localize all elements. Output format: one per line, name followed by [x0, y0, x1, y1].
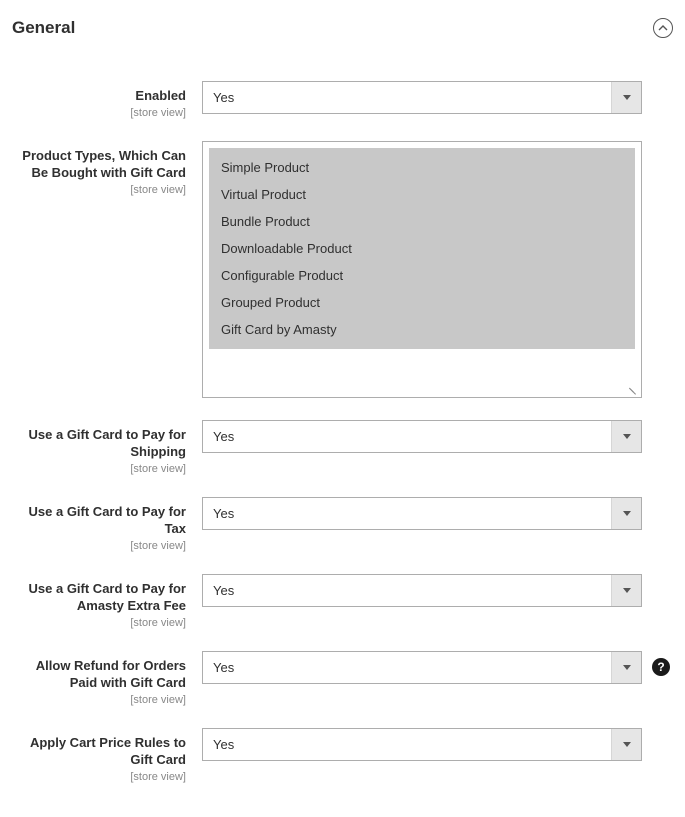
select-apply-cart-rules[interactable]: Yes [202, 728, 642, 761]
scope-text: [store view] [12, 694, 186, 706]
multiselect-product-types[interactable]: Simple Product Virtual Product Bundle Pr… [202, 141, 642, 398]
scope-text: [store view] [12, 184, 186, 196]
form-area: Enabled [store view] Yes Product Types, … [12, 57, 673, 783]
option-item[interactable]: Configurable Product [219, 262, 625, 289]
select-input[interactable]: Yes [202, 81, 642, 114]
label-text: Use a Gift Card to Pay for Shipping [12, 426, 186, 461]
scope-text: [store view] [12, 540, 186, 552]
field-control: Yes ? [202, 651, 673, 684]
label-text: Use a Gift Card to Pay for Amasty Extra … [12, 580, 186, 615]
select-enabled[interactable]: Yes [202, 81, 642, 114]
option-item[interactable]: Simple Product [219, 154, 625, 181]
field-control: Yes [202, 574, 673, 607]
field-apply-cart-rules: Apply Cart Price Rules to Gift Card [sto… [12, 728, 673, 783]
label-text: Allow Refund for Orders Paid with Gift C… [12, 657, 186, 692]
field-allow-refund: Allow Refund for Orders Paid with Gift C… [12, 651, 673, 706]
option-item[interactable]: Grouped Product [219, 289, 625, 316]
field-control: Yes [202, 497, 673, 530]
field-control: Yes [202, 81, 673, 114]
field-product-types: Product Types, Which Can Be Bought with … [12, 141, 673, 398]
collapse-toggle-icon[interactable] [653, 18, 673, 38]
scope-text: [store view] [12, 617, 186, 629]
field-pay-shipping: Use a Gift Card to Pay for Shipping [sto… [12, 420, 673, 475]
select-input[interactable]: Yes [202, 728, 642, 761]
select-input[interactable]: Yes [202, 574, 642, 607]
field-pay-extra-fee: Use a Gift Card to Pay for Amasty Extra … [12, 574, 673, 629]
field-enabled: Enabled [store view] Yes [12, 81, 673, 119]
option-item[interactable]: Bundle Product [219, 208, 625, 235]
label-text: Enabled [12, 87, 186, 105]
field-control: Simple Product Virtual Product Bundle Pr… [202, 141, 673, 398]
field-label: Apply Cart Price Rules to Gift Card [sto… [12, 728, 202, 783]
option-item[interactable]: Gift Card by Amasty [219, 316, 625, 343]
field-label: Product Types, Which Can Be Bought with … [12, 141, 202, 196]
scope-text: [store view] [12, 107, 186, 119]
resize-handle-icon[interactable] [626, 382, 638, 394]
field-label: Use a Gift Card to Pay for Tax [store vi… [12, 497, 202, 552]
select-pay-extra-fee[interactable]: Yes [202, 574, 642, 607]
field-label: Use a Gift Card to Pay for Shipping [sto… [12, 420, 202, 475]
field-control: Yes [202, 728, 673, 761]
option-item[interactable]: Downloadable Product [219, 235, 625, 262]
select-pay-tax[interactable]: Yes [202, 497, 642, 530]
field-control: Yes [202, 420, 673, 453]
field-label: Use a Gift Card to Pay for Amasty Extra … [12, 574, 202, 629]
section-title: General [12, 18, 75, 38]
section-header: General [12, 12, 673, 57]
field-pay-tax: Use a Gift Card to Pay for Tax [store vi… [12, 497, 673, 552]
select-pay-shipping[interactable]: Yes [202, 420, 642, 453]
select-allow-refund[interactable]: Yes [202, 651, 642, 684]
select-input[interactable]: Yes [202, 497, 642, 530]
help-icon[interactable]: ? [652, 658, 670, 676]
label-text: Use a Gift Card to Pay for Tax [12, 503, 186, 538]
scope-text: [store view] [12, 771, 186, 783]
option-item[interactable]: Virtual Product [219, 181, 625, 208]
scope-text: [store view] [12, 463, 186, 475]
field-label: Allow Refund for Orders Paid with Gift C… [12, 651, 202, 706]
field-label: Enabled [store view] [12, 81, 202, 119]
label-text: Apply Cart Price Rules to Gift Card [12, 734, 186, 769]
label-text: Product Types, Which Can Be Bought with … [12, 147, 186, 182]
multiselect-options: Simple Product Virtual Product Bundle Pr… [209, 148, 635, 349]
select-input[interactable]: Yes [202, 420, 642, 453]
select-input[interactable]: Yes [202, 651, 642, 684]
